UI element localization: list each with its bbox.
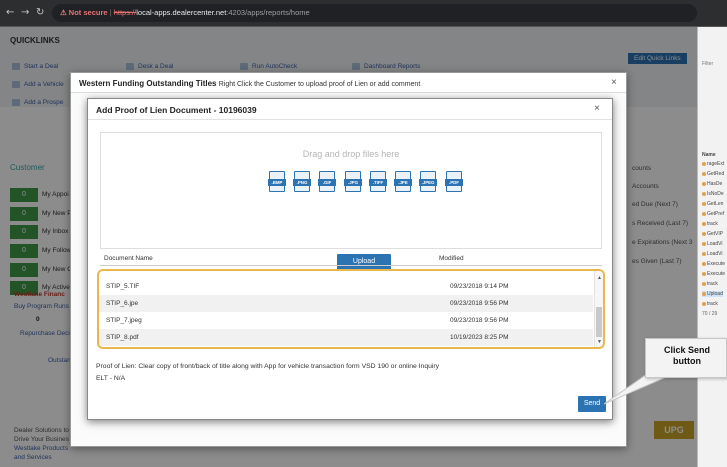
url-host: local-apps.dealercenter.net bbox=[136, 8, 227, 17]
devtools-request[interactable]: track bbox=[702, 281, 718, 287]
dialog-subtitle: Right Click the Customer to upload proof… bbox=[218, 81, 421, 88]
scroll-up-icon[interactable]: ▲ bbox=[597, 275, 602, 281]
not-secure-label[interactable]: ⚠ Not secure bbox=[60, 8, 108, 17]
url-scheme: https:// bbox=[113, 8, 137, 17]
pdf-file-icon: .PDF bbox=[445, 171, 463, 192]
close-icon[interactable]: × bbox=[611, 77, 617, 88]
devtools-request[interactable]: GetLen bbox=[702, 201, 723, 207]
table-scrollbar[interactable]: ▲ ▼ bbox=[594, 271, 603, 347]
table-row[interactable]: STIP_8.pdf 10/19/2023 8:25 PM bbox=[99, 329, 593, 346]
file-drop-zone[interactable]: Drag and drop files here .BMP .PNG .GIF … bbox=[100, 132, 602, 270]
devtools-request[interactable]: LoadVi bbox=[702, 251, 722, 257]
dialog-title: Western Funding Outstanding Titles Right… bbox=[79, 79, 421, 88]
back-icon[interactable]: ← bbox=[6, 7, 14, 18]
devtools-request[interactable]: Execute bbox=[702, 271, 725, 277]
devtools-request[interactable]: GetRed bbox=[702, 171, 724, 177]
devtools-panel: Filter Name rageExt GetRed HasDe IsNoDe … bbox=[697, 27, 727, 467]
send-button[interactable]: Send bbox=[578, 396, 606, 412]
devtools-request[interactable]: LoadVi bbox=[702, 241, 722, 247]
dialog-header: Western Funding Outstanding Titles Right… bbox=[71, 73, 626, 93]
tiff-file-icon: .TIFF bbox=[369, 171, 387, 192]
screen: ← → ↻ ⚠ Not secure | https://local-apps.… bbox=[0, 0, 727, 467]
drop-zone-label: Drag and drop files here bbox=[302, 149, 400, 159]
devtools-name-header: Name bbox=[702, 152, 716, 158]
bmp-file-icon: .BMP bbox=[268, 171, 286, 192]
devtools-request[interactable]: rageExt bbox=[702, 161, 724, 167]
reload-icon[interactable]: ↻ bbox=[36, 7, 44, 18]
jpe-file-icon: .JPE bbox=[394, 171, 412, 192]
proof-of-lien-note: Proof of Lien: Clear copy of front/back … bbox=[96, 363, 440, 382]
column-header-modified[interactable]: Modified bbox=[439, 255, 464, 262]
scroll-thumb[interactable] bbox=[596, 307, 602, 337]
devtools-request[interactable]: IsNoDe bbox=[702, 191, 724, 197]
devtools-summary: 70 / 29 bbox=[702, 311, 718, 317]
add-proof-of-lien-dialog: Add Proof of Lien Document - 10196039 × … bbox=[87, 98, 613, 420]
gif-file-icon: .GIF bbox=[318, 171, 336, 192]
devtools-request-selected[interactable]: Upload bbox=[702, 291, 723, 297]
close-icon[interactable]: × bbox=[594, 103, 600, 114]
table-row[interactable]: STIP_7.jpeg 09/23/2018 9:56 PM bbox=[99, 312, 593, 329]
devtools-request[interactable]: track bbox=[702, 301, 718, 307]
devtools-request[interactable]: track bbox=[702, 221, 718, 227]
jpg-file-icon: .JPG bbox=[344, 171, 362, 192]
address-bar[interactable]: ⚠ Not secure | https://local-apps.dealer… bbox=[52, 4, 697, 22]
instruction-callout: Click Send button bbox=[645, 338, 727, 378]
devtools-request[interactable]: GetPref bbox=[702, 211, 724, 217]
jpeg-file-icon: .JPEG bbox=[419, 171, 437, 192]
forward-icon[interactable]: → bbox=[21, 7, 29, 18]
upload-button[interactable]: Upload bbox=[337, 254, 391, 270]
devtools-request[interactable]: HasDe bbox=[702, 181, 722, 187]
documents-table: STIP_5.TIF 09/23/2018 9:14 PM STIP_6.jpe 0… bbox=[97, 269, 605, 349]
table-row[interactable]: STIP_6.jpe 09/23/2018 9:56 PM bbox=[99, 295, 593, 312]
header-divider bbox=[100, 265, 602, 266]
file-type-icons: .BMP .PNG .GIF .JPG .TIFF .JPE .JPEG .PD… bbox=[268, 171, 468, 195]
url-path: :4203/apps/reports/home bbox=[226, 8, 310, 17]
column-header-document-name[interactable]: Document Name bbox=[104, 255, 153, 262]
png-file-icon: .PNG bbox=[293, 171, 311, 192]
table-row[interactable]: STIP_5.TIF 09/23/2018 9:14 PM bbox=[99, 278, 593, 295]
browser-toolbar: ← → ↻ ⚠ Not secure | https://local-apps.… bbox=[0, 0, 727, 27]
dialog-header: Add Proof of Lien Document - 10196039 × bbox=[88, 99, 612, 120]
scroll-down-icon[interactable]: ▼ bbox=[597, 339, 602, 345]
devtools-request[interactable]: GetVIP bbox=[702, 231, 723, 237]
dialog-title: Add Proof of Lien Document - 10196039 bbox=[96, 105, 257, 115]
devtools-filter[interactable]: Filter bbox=[702, 61, 713, 67]
devtools-request[interactable]: Execute bbox=[702, 261, 725, 267]
